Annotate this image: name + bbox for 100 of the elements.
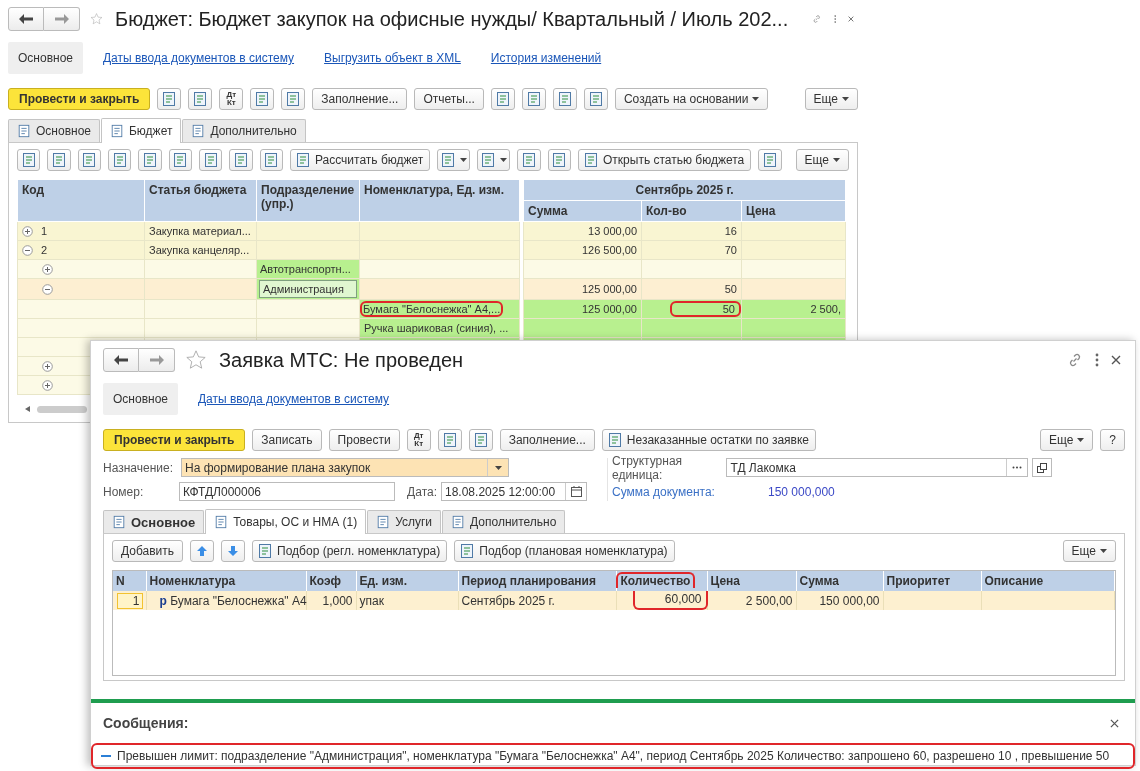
icon-button[interactable]	[552, 88, 577, 110]
close-icon[interactable]	[1110, 718, 1119, 728]
collapse-icon[interactable]	[22, 245, 33, 257]
expand-icon[interactable]	[42, 264, 53, 276]
icon-button[interactable]	[250, 88, 275, 110]
icon-button[interactable]	[157, 88, 182, 110]
expand-icon[interactable]	[42, 361, 53, 373]
icon-button[interactable]	[758, 149, 782, 171]
expand-icon[interactable]	[22, 226, 33, 238]
toolbar-button[interactable]: Заполнение...	[312, 88, 408, 110]
icon-button[interactable]	[188, 88, 213, 110]
more-icon[interactable]	[833, 12, 837, 26]
icon-button[interactable]	[77, 149, 101, 171]
icon-button[interactable]	[108, 149, 132, 171]
document-icon	[587, 91, 604, 107]
document-icon	[141, 152, 158, 168]
forward-arrow-icon	[54, 14, 69, 24]
toolbar-button[interactable]: Добавить	[112, 540, 184, 562]
section-link[interactable]: Даты ввода документов в систему	[188, 383, 400, 415]
icon-button[interactable]	[517, 149, 541, 171]
link-icon[interactable]	[1067, 352, 1083, 368]
unit-field[interactable]: ТД Лакомка	[726, 458, 1029, 477]
tab[interactable]: Дополнительно	[182, 119, 306, 142]
table-cell: 16	[724, 225, 737, 237]
post-close-button[interactable]: Провести и закрыть	[8, 88, 151, 110]
date-field[interactable]: 18.08.2025 12:00:00	[441, 482, 587, 501]
toolbar-button[interactable]: Подбор (плановая номенклатура)	[454, 540, 675, 562]
document-icon	[254, 91, 271, 107]
toolbar-button[interactable]: Подбор (регл. номенклатура)	[252, 540, 448, 562]
icon-button[interactable]	[468, 429, 493, 451]
collapse-icon[interactable]	[42, 284, 53, 296]
document-icon	[525, 91, 542, 107]
section-link[interactable]: Основное	[8, 42, 83, 74]
toolbar-button[interactable]: Открыть статью бюджета	[578, 149, 752, 171]
document-icon	[20, 152, 37, 168]
left-arrow-icon[interactable]	[25, 406, 31, 412]
toolbar-button[interactable]: Отчеты...	[414, 88, 484, 110]
icon-button[interactable]	[547, 149, 571, 171]
section-link[interactable]: Даты ввода документов в систему	[93, 42, 305, 74]
more-icon[interactable]	[1095, 353, 1099, 367]
tab[interactable]: Товары, ОС и НМА (1)	[205, 509, 367, 534]
close-icon[interactable]	[848, 14, 854, 24]
back-button[interactable]	[103, 348, 139, 372]
icon-button[interactable]	[168, 149, 192, 171]
document-icon	[440, 152, 457, 168]
move-up-button[interactable]	[190, 540, 215, 562]
toolbar-button[interactable]: Записать	[252, 429, 322, 451]
toolbar-button[interactable]: Незаказанные остатки по заявке	[601, 429, 817, 451]
ellipsis-icon	[1012, 466, 1023, 469]
icon-menu-button[interactable]	[477, 149, 511, 171]
message[interactable]: Превышен лимит: подразделение "Администрация", номенклатура "Бумага "Белоснежка" А4", период Сентябрь 2025 Количество: запрошено 60, разрешено 10 , превышение 50	[91, 743, 1135, 769]
menu-button[interactable]: Еще	[804, 88, 858, 110]
tab[interactable]: Основное	[103, 510, 205, 533]
toolbar-button[interactable]: Заполнение...	[499, 429, 595, 451]
section-link[interactable]: История изменений	[480, 42, 612, 74]
toolbar-button[interactable]: Провести	[328, 429, 400, 451]
section-link[interactable]: Основное	[103, 383, 178, 415]
back-button[interactable]	[8, 7, 44, 31]
move-down-button[interactable]	[221, 540, 246, 562]
icon-button[interactable]	[583, 88, 608, 110]
star-icon[interactable]	[185, 349, 207, 371]
table-cell: 70	[724, 244, 737, 256]
toolbar-button[interactable]: Рассчитать бюджет	[289, 149, 431, 171]
section-link[interactable]: Выгрузить объект в XML	[314, 42, 471, 74]
table-cell: 1	[116, 592, 143, 609]
tab[interactable]: Бюджет	[101, 118, 182, 143]
icon-button[interactable]	[47, 149, 71, 171]
tab[interactable]: Услуги	[367, 510, 442, 533]
icon-menu-button[interactable]	[437, 149, 471, 171]
dt-kt-button[interactable]: Дт Кт	[219, 88, 244, 110]
document-icon	[202, 152, 219, 168]
post-close-button[interactable]: Провести и закрыть	[103, 429, 246, 451]
icon-button[interactable]	[17, 149, 41, 171]
icon-button[interactable]	[229, 149, 253, 171]
table-cell: 60,000	[632, 591, 708, 610]
icon-button[interactable]	[521, 88, 546, 110]
tab[interactable]: Основное	[8, 119, 100, 142]
document-icon	[583, 152, 599, 168]
icon-button[interactable]	[138, 149, 162, 171]
menu-button[interactable]: Создать на основании	[614, 88, 769, 110]
icon-button[interactable]	[490, 88, 515, 110]
column-header: Описание	[984, 574, 1044, 588]
menu-button[interactable]: Еще	[795, 149, 850, 171]
number-field[interactable]: КФТДЛ000006	[179, 482, 396, 501]
dt-kt-button[interactable]: Дт Кт	[406, 429, 431, 451]
tab[interactable]: Дополнительно	[442, 510, 566, 533]
open-button[interactable]	[1032, 458, 1052, 477]
icon-button[interactable]	[281, 88, 306, 110]
close-icon[interactable]	[1111, 355, 1121, 365]
icon-button[interactable]	[198, 149, 223, 171]
document-icon	[494, 91, 511, 107]
menu-button[interactable]: Еще	[1062, 540, 1116, 562]
menu-button[interactable]: Еще	[1039, 429, 1094, 451]
purpose-select[interactable]: На формирование плана закупок	[181, 458, 509, 477]
expand-icon[interactable]	[42, 380, 53, 392]
tab-icon	[17, 124, 31, 138]
toolbar-button[interactable]: ?	[1100, 429, 1125, 451]
document-icon	[556, 91, 573, 107]
icon-button[interactable]	[259, 149, 283, 171]
icon-button[interactable]	[437, 429, 462, 451]
